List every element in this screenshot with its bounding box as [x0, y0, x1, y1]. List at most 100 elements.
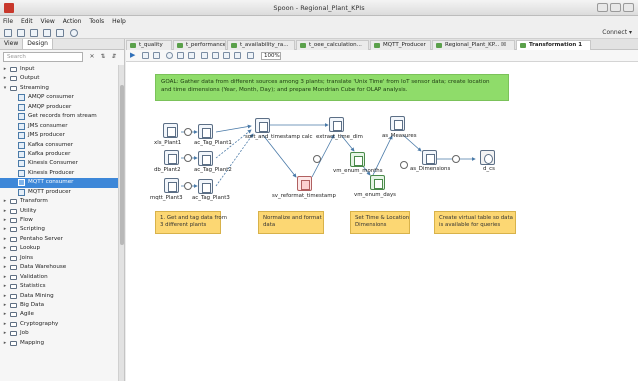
scrollbar-thumb[interactable] — [120, 85, 124, 245]
impact-icon[interactable] — [212, 52, 219, 59]
tree-step[interactable]: AMQP consumer — [0, 93, 118, 102]
menu-action[interactable]: Action — [60, 16, 85, 27]
tab-design[interactable]: Design — [23, 39, 53, 49]
step-as-dimensions[interactable] — [422, 150, 437, 165]
editor-tab[interactable]: Regional_Plant_KP... ☒ — [432, 40, 515, 50]
hop[interactable] — [262, 134, 297, 178]
show-results-icon[interactable] — [247, 52, 254, 59]
tree-folder[interactable]: ▸ Joins — [0, 254, 118, 263]
goal-note[interactable]: GOAL: Gather data from different sources… — [155, 74, 509, 101]
tree-folder[interactable]: ▸ Scripting — [0, 225, 118, 234]
tree-folder[interactable]: ▸ Input — [0, 65, 118, 74]
menu-edit[interactable]: Edit — [18, 16, 36, 27]
collapsed-arrow-icon[interactable]: ▸ — [2, 197, 8, 206]
editor-tab[interactable]: t_availability_ra... — [227, 40, 295, 50]
tree-step[interactable]: Get records from stream — [0, 112, 118, 121]
stop-icon[interactable] — [153, 52, 160, 59]
new-file-icon[interactable] — [4, 29, 12, 37]
tree-step[interactable]: Kafka producer — [0, 150, 118, 159]
menu-view[interactable]: View — [38, 16, 58, 27]
tree-step[interactable]: AMQP producer — [0, 103, 118, 112]
note-normalize[interactable]: Normalize and format data — [258, 211, 324, 234]
preview-icon[interactable] — [166, 52, 173, 59]
tree-folder[interactable]: ▸ Transform — [0, 197, 118, 206]
expanded-arrow-icon[interactable]: ▾ — [2, 84, 8, 93]
step-ac-tag-plant1[interactable] — [198, 124, 213, 139]
collapsed-arrow-icon[interactable]: ▸ — [2, 329, 8, 338]
tree-step[interactable]: JMS producer — [0, 131, 118, 140]
menu-file[interactable]: File — [0, 16, 16, 27]
collapsed-arrow-icon[interactable]: ▸ — [2, 207, 8, 216]
editor-tab[interactable]: Transformation 1 — [516, 40, 591, 50]
collapsed-arrow-icon[interactable]: ▸ — [2, 273, 8, 282]
step-d-cs[interactable] — [480, 150, 495, 165]
editor-tab[interactable]: t_quality — [126, 40, 172, 50]
step-vm-enum-months[interactable] — [350, 152, 365, 167]
explore-db-icon[interactable] — [234, 52, 241, 59]
tree-folder[interactable]: ▾ Streaming — [0, 84, 118, 93]
tree-folder[interactable]: ▸ Data Warehouse — [0, 263, 118, 272]
note-dimensions[interactable]: Set Time & Location Dimensions — [350, 211, 410, 234]
tree-folder[interactable]: ▸ Cryptography — [0, 320, 118, 329]
tree-folder[interactable]: ▸ Lookup — [0, 244, 118, 253]
sql-icon[interactable] — [223, 52, 230, 59]
step-ac-tag-plant3[interactable] — [198, 179, 213, 194]
collapsed-arrow-icon[interactable]: ▸ — [2, 263, 8, 272]
step-as-measures[interactable] — [390, 116, 405, 131]
zoom-select[interactable]: 100% — [261, 52, 281, 60]
perspective-icon[interactable] — [70, 29, 78, 37]
tree-folder[interactable]: ▸ Pentaho Server — [0, 235, 118, 244]
step-xls-plant1[interactable] — [163, 123, 178, 138]
debug-icon[interactable] — [177, 52, 184, 59]
collapsed-arrow-icon[interactable]: ▸ — [2, 74, 8, 83]
collapsed-arrow-icon[interactable]: ▸ — [2, 310, 8, 319]
maximize-button[interactable] — [610, 3, 621, 12]
tree-folder[interactable]: ▸ Validation — [0, 273, 118, 282]
expand-all-icon[interactable]: ⇅ — [99, 53, 107, 61]
tree-folder[interactable]: ▸ Flow — [0, 216, 118, 225]
tree-folder[interactable]: ▸ Output — [0, 74, 118, 83]
editor-tab[interactable]: t_oee_calculation... — [296, 40, 369, 50]
minimize-button[interactable] — [597, 3, 608, 12]
note-virtual-table[interactable]: Create virtual table so data is availabl… — [434, 211, 516, 234]
menu-tools[interactable]: Tools — [86, 16, 107, 27]
tree-folder[interactable]: ▸ Data Mining — [0, 292, 118, 301]
tree-folder[interactable]: ▸ Big Data — [0, 301, 118, 310]
tree-step[interactable]: Kinesis Producer — [0, 169, 118, 178]
collapse-all-icon[interactable]: ⇵ — [110, 53, 118, 61]
step-sort-timestamp-calc[interactable] — [255, 118, 270, 133]
collapsed-arrow-icon[interactable]: ▸ — [2, 292, 8, 301]
collapsed-arrow-icon[interactable]: ▸ — [2, 225, 8, 234]
tree-step[interactable]: MQTT producer — [0, 188, 118, 197]
step-db-plant2[interactable] — [164, 150, 179, 165]
pause-icon[interactable] — [142, 52, 149, 59]
collapsed-arrow-icon[interactable]: ▸ — [2, 254, 8, 263]
tree-folder[interactable]: ▸ Job — [0, 329, 118, 338]
collapsed-arrow-icon[interactable]: ▸ — [2, 282, 8, 291]
collapsed-arrow-icon[interactable]: ▸ — [2, 235, 8, 244]
tree-folder[interactable]: ▸ Agile — [0, 310, 118, 319]
clear-search-icon[interactable]: ✕ — [88, 53, 96, 61]
hop[interactable] — [215, 124, 252, 133]
step-sv-reformat-timestamp[interactable] — [297, 176, 312, 191]
tree-folder[interactable]: ▸ Statistics — [0, 282, 118, 291]
open-file-icon[interactable] — [17, 29, 25, 37]
step-extract-time-dim[interactable] — [329, 117, 344, 132]
run-icon[interactable]: ▶ — [130, 52, 137, 59]
step-mqtt-plant3[interactable] — [164, 178, 179, 193]
menu-help[interactable]: Help — [109, 16, 129, 27]
tree-folder[interactable]: ▸ Utility — [0, 207, 118, 216]
connect-button[interactable]: Connect ▾ — [602, 29, 632, 36]
transformation-canvas[interactable]: GOAL: Gather data from different sources… — [126, 62, 638, 381]
collapsed-arrow-icon[interactable]: ▸ — [2, 65, 8, 74]
tree-scrollbar[interactable] — [118, 65, 124, 381]
save-as-icon[interactable] — [56, 29, 64, 37]
replay-icon[interactable] — [188, 52, 195, 59]
editor-tab[interactable]: t_performance — [173, 40, 226, 50]
editor-tab[interactable]: MQTT_Producer — [370, 40, 431, 50]
tree-step[interactable]: Kafka consumer — [0, 141, 118, 150]
tab-view[interactable]: View — [0, 39, 24, 49]
tree-step[interactable]: JMS consumer — [0, 122, 118, 131]
tree-folder[interactable]: ▸ Mapping — [0, 339, 118, 348]
search-input[interactable]: Search — [3, 52, 83, 62]
